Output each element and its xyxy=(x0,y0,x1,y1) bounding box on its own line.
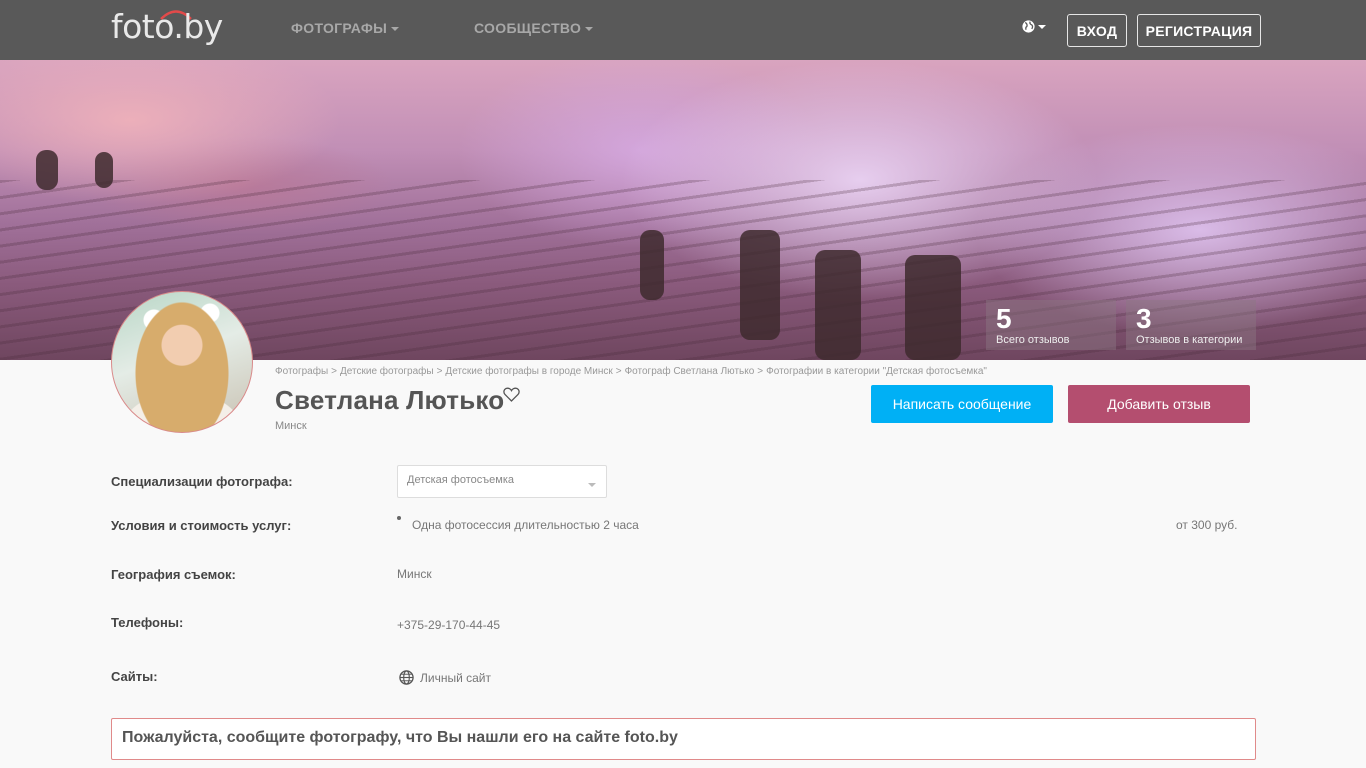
service-price: от 300 руб. xyxy=(1176,518,1238,532)
breadcrumb-link[interactable]: Детские фотографы xyxy=(340,366,434,377)
login-button[interactable]: ВХОД xyxy=(1067,14,1127,47)
specialization-label: Специализации фотографа: xyxy=(111,474,293,489)
sites-label: Сайты: xyxy=(111,669,158,684)
category-reviews-stat: 3 Отзывов в категории xyxy=(1126,300,1256,350)
avatar[interactable] xyxy=(111,291,253,433)
services-label: Условия и стоимость услуг: xyxy=(111,518,292,533)
nav-community-label: СООБЩЕСТВО xyxy=(474,20,582,36)
breadcrumb-separator: > xyxy=(436,366,443,377)
chevron-down-icon xyxy=(588,483,596,487)
list-bullet xyxy=(397,516,401,520)
specialization-select[interactable]: Детская фотосъемка xyxy=(397,465,607,498)
breadcrumb: Фотографы > Детские фотографы > Детские фото… xyxy=(275,366,987,377)
total-reviews-stat: 5 Всего отзывов xyxy=(986,300,1116,350)
breadcrumb-current: Фотографии в категории "Детская фотосъем… xyxy=(766,366,987,377)
chevron-down-icon xyxy=(391,26,400,31)
write-message-button[interactable]: Написать сообщение xyxy=(871,385,1053,423)
geography-label: География съемок: xyxy=(111,567,236,582)
category-reviews-count: 3 xyxy=(1136,303,1152,334)
cover-tree-trunk xyxy=(36,150,58,190)
cover-tree-trunk xyxy=(815,250,861,360)
breadcrumb-separator: > xyxy=(757,366,764,377)
cover-tree-trunk xyxy=(905,255,961,360)
photographer-city: Минск xyxy=(275,420,307,432)
breadcrumb-separator: > xyxy=(615,366,622,377)
total-reviews-count: 5 xyxy=(996,303,1012,334)
chevron-down-icon xyxy=(585,26,594,31)
cover-tree-trunk xyxy=(740,230,780,340)
personal-site-label: Личный сайт xyxy=(420,670,491,685)
total-reviews-label: Всего отзывов xyxy=(996,334,1070,346)
phone-value: +375-29-170-44-45 xyxy=(397,618,501,632)
photographer-name: Светлана Лютько xyxy=(275,385,505,415)
language-selector[interactable] xyxy=(1022,20,1046,33)
breadcrumb-link[interactable]: Фотограф Светлана Лютько xyxy=(625,366,755,377)
breadcrumb-link[interactable]: Фотографы xyxy=(275,366,328,377)
geography-value: Минск xyxy=(397,567,432,581)
heart-icon[interactable] xyxy=(503,387,520,402)
notice-banner: Пожалуйста, сообщите фотографу, что Вы н… xyxy=(111,718,1256,760)
personal-site-link[interactable]: Личный сайт xyxy=(399,670,491,685)
nav-photographers[interactable]: ФОТОГРАФЫ xyxy=(291,20,400,36)
logo-text: foto.by xyxy=(111,7,223,46)
top-navigation-bar: foto.by ФОТОГРАФЫ СООБЩЕСТВО ВХОД РЕГИСТ… xyxy=(0,0,1366,60)
chevron-down-icon xyxy=(1038,25,1046,29)
category-reviews-label: Отзывов в категории xyxy=(1136,334,1243,346)
specialization-selected-value: Детская фотосъемка xyxy=(407,474,514,486)
cover-tree-trunk xyxy=(640,230,664,300)
breadcrumb-link[interactable]: Детские фотографы в городе Минск xyxy=(445,366,612,377)
breadcrumb-separator: > xyxy=(331,366,338,377)
nav-photographers-label: ФОТОГРАФЫ xyxy=(291,20,388,36)
add-review-button[interactable]: Добавить отзыв xyxy=(1068,385,1250,423)
phones-label: Телефоны: xyxy=(111,615,184,630)
globe-icon xyxy=(399,670,414,685)
globe-icon xyxy=(1022,20,1035,33)
nav-community[interactable]: СООБЩЕСТВО xyxy=(474,20,594,36)
cover-tree-trunk xyxy=(95,152,113,188)
register-button[interactable]: РЕГИСТРАЦИЯ xyxy=(1137,14,1261,47)
service-name: Одна фотосессия длительностью 2 часа xyxy=(412,518,639,532)
